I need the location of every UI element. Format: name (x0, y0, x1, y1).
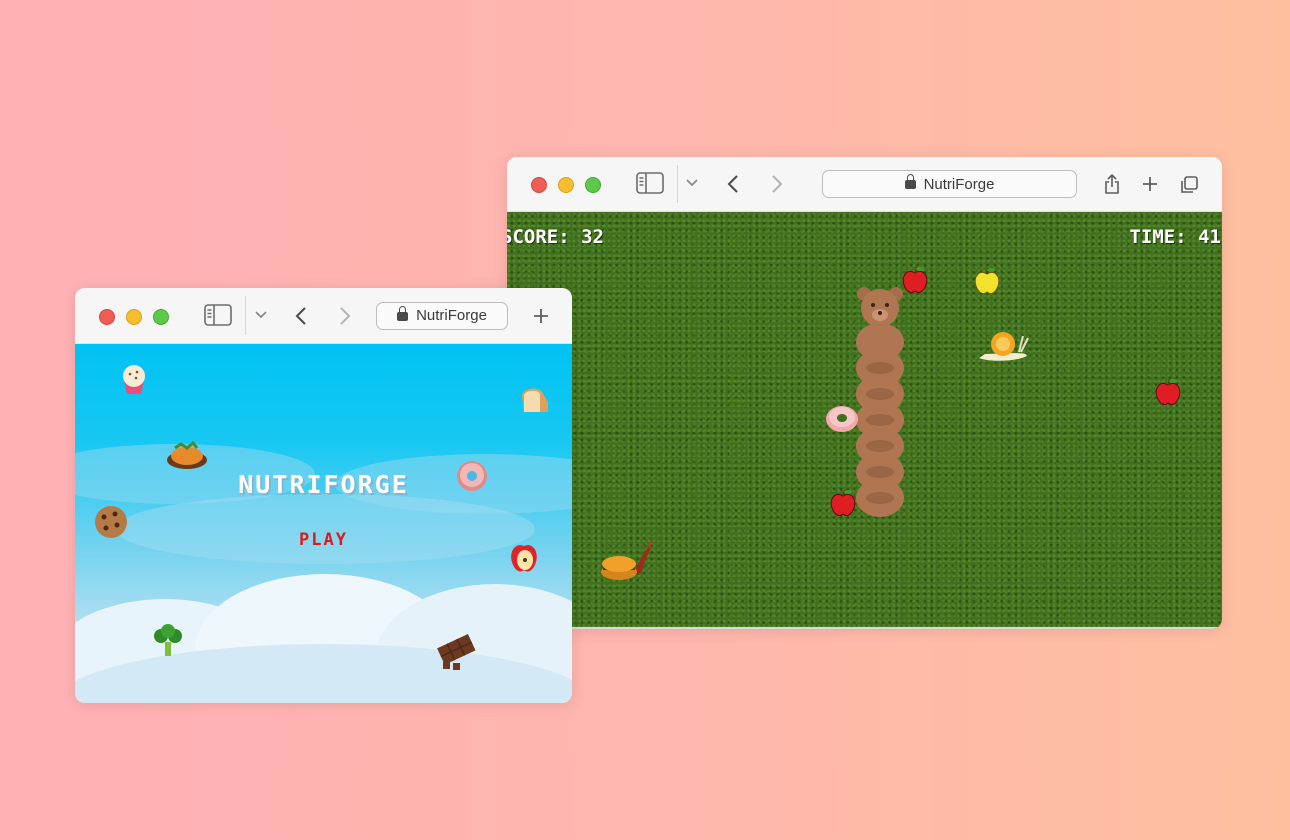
red-apple-item (830, 489, 856, 517)
forward-icon[interactable] (770, 174, 784, 194)
address-text: NutriForge (923, 175, 995, 193)
maximize-window-button[interactable] (153, 308, 169, 325)
address-bar[interactable]: NutriForge (822, 170, 1077, 198)
snail-item (979, 332, 1029, 361)
chevron-down-icon[interactable] (254, 310, 268, 320)
red-apple-item (1155, 378, 1181, 406)
red-apple-item (902, 266, 928, 294)
bear-player (856, 287, 904, 517)
toolbar-separator (245, 296, 246, 335)
cloud (115, 494, 535, 564)
play-button[interactable]: PLAY (75, 530, 572, 550)
back-icon[interactable] (294, 306, 308, 326)
sidebar-icon[interactable] (204, 303, 232, 326)
minimize-window-button[interactable] (126, 308, 142, 325)
close-window-button[interactable] (531, 177, 547, 193)
minimize-window-button[interactable] (558, 177, 574, 193)
donut-item (826, 406, 858, 432)
game-play-window: NutriForge SCORE: 32 TIME: 41 (507, 157, 1222, 629)
sidebar-icon[interactable] (636, 172, 664, 194)
muffin-icon (123, 365, 145, 394)
share-icon[interactable] (1103, 173, 1121, 195)
new-tab-icon[interactable] (1141, 175, 1159, 193)
address-text: NutriForge (416, 307, 487, 324)
sky-game-canvas: NUTRIFORGE PLAY (75, 344, 572, 703)
chocolate-bar-icon (437, 634, 476, 670)
forward-icon[interactable] (338, 306, 352, 326)
close-window-button[interactable] (99, 308, 115, 325)
address-bar[interactable]: NutriForge (376, 301, 508, 330)
back-icon[interactable] (726, 174, 740, 194)
game-menu-window: NutriForge NUTRIFORGE PLAY (75, 288, 572, 703)
lock-icon (904, 174, 916, 190)
bread-icon (522, 388, 548, 412)
donut-icon (457, 461, 487, 491)
maximize-window-button[interactable] (585, 177, 601, 193)
broccoli-icon (154, 624, 182, 656)
grass-game-canvas[interactable]: SCORE: 32 TIME: 41 (507, 212, 1222, 629)
score-display: SCORE: 32 (507, 226, 604, 248)
game-title: NUTRIFORGE (238, 470, 409, 499)
tabs-overview-icon[interactable] (1179, 175, 1199, 195)
time-display: TIME: 41 (1129, 226, 1221, 248)
browser-titlebar: NutriForge (75, 288, 572, 344)
yellow-apple-item (974, 267, 1000, 295)
chevron-down-icon[interactable] (685, 178, 699, 188)
cookie-icon (95, 506, 127, 538)
burger-snail-item (601, 542, 653, 580)
toolbar-separator (677, 165, 678, 203)
roast-chicken-icon (167, 440, 207, 469)
apple-slice-icon (511, 545, 537, 572)
browser-titlebar: NutriForge (507, 157, 1222, 212)
lock-icon (397, 305, 409, 322)
new-tab-icon[interactable] (532, 307, 550, 325)
